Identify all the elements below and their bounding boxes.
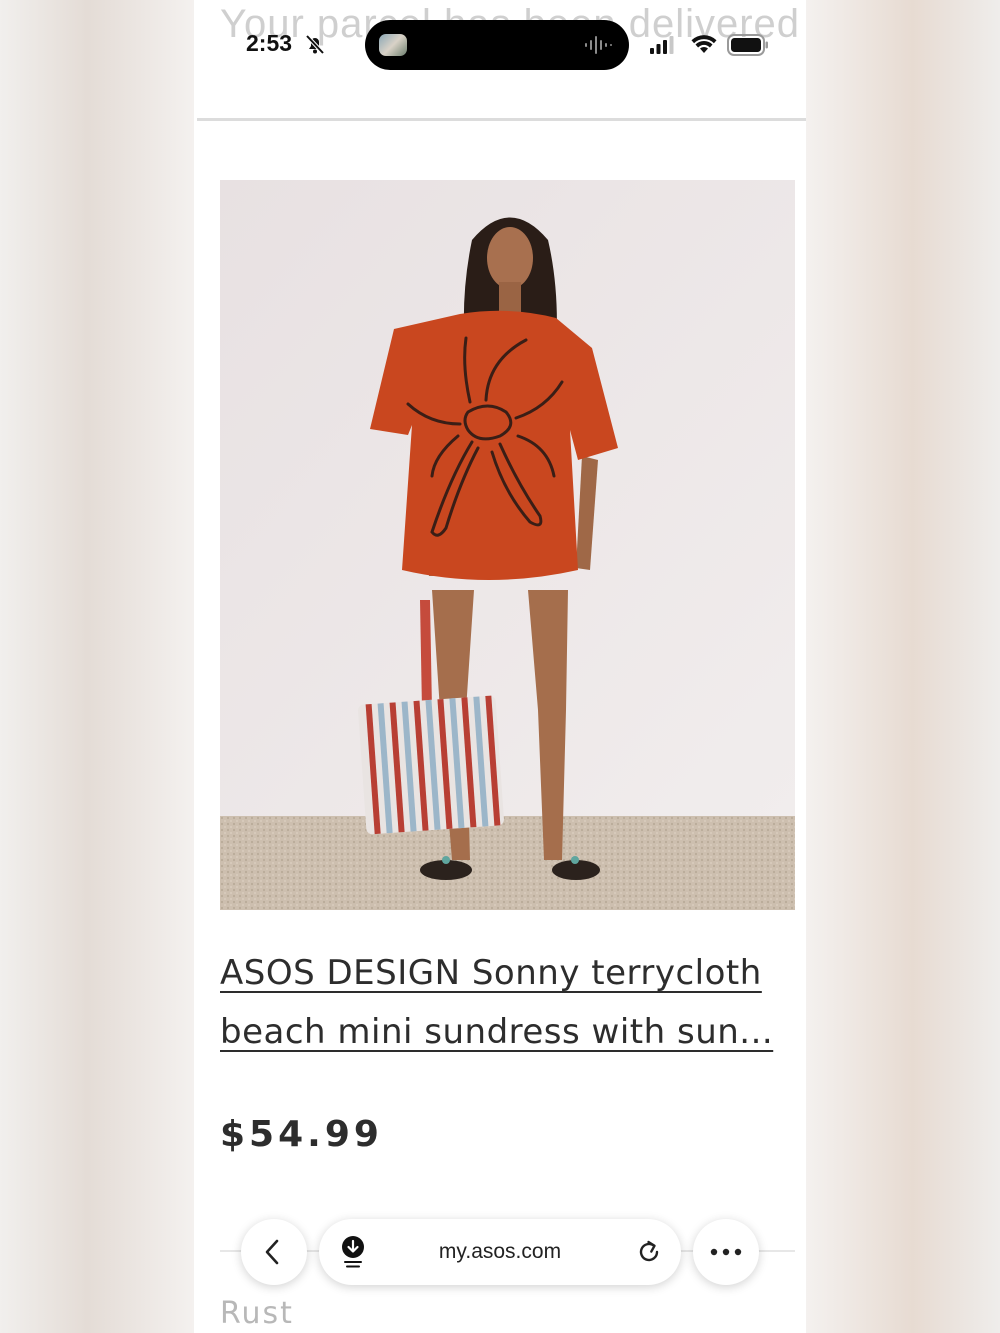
audio-wave-icon	[585, 36, 612, 54]
live-activity-avatar	[379, 34, 407, 56]
product-title-link[interactable]: ASOS DESIGN Sonny terrycloth beach mini …	[220, 944, 790, 1062]
status-bar: Your parcel has been delivered 2:53	[194, 0, 806, 95]
cellular-signal-icon	[650, 36, 674, 54]
more-icon	[710, 1248, 742, 1256]
product-image[interactable]	[220, 180, 795, 910]
dynamic-island[interactable]	[365, 20, 629, 70]
background-blur-left	[0, 0, 194, 1333]
address-bar[interactable]: my.asos.com	[319, 1219, 681, 1285]
product-price: $54.99	[220, 1114, 383, 1155]
reload-icon[interactable]	[636, 1239, 662, 1265]
header-divider	[197, 118, 806, 121]
status-time: 2:53	[246, 30, 293, 56]
battery-icon	[727, 34, 768, 56]
url-text[interactable]: my.asos.com	[319, 1219, 681, 1285]
product-photo	[220, 180, 795, 910]
bell-slash-icon	[305, 34, 325, 55]
more-options-button[interactable]	[693, 1219, 759, 1285]
back-button[interactable]	[241, 1219, 307, 1285]
colour-label: Rust	[220, 1296, 294, 1331]
phone-screen: Your parcel has been delivered 2:53	[194, 0, 806, 1333]
wifi-icon	[691, 35, 717, 53]
background-blur-right	[806, 0, 1000, 1333]
chevron-left-icon	[265, 1239, 279, 1265]
